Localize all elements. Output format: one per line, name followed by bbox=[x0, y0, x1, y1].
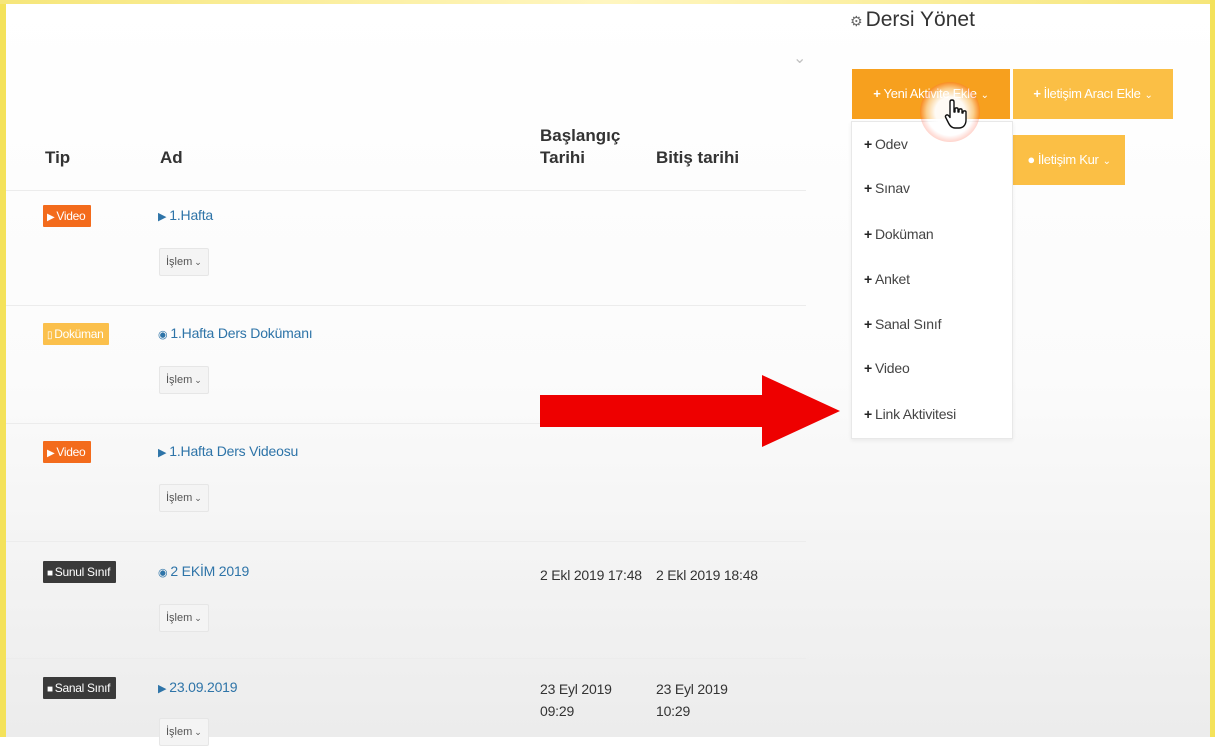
action-dropdown-button[interactable]: İşlem ⌄ bbox=[159, 604, 209, 632]
plus-icon: + bbox=[864, 316, 872, 332]
camera-icon: ■ bbox=[47, 568, 53, 579]
play-icon: ▶ bbox=[158, 683, 167, 695]
end-date: 23 Eyl 2019 10:29 bbox=[656, 678, 728, 722]
plus-icon: + bbox=[864, 271, 872, 287]
users-icon: ● bbox=[1027, 152, 1035, 167]
gears-icon: ⚙ bbox=[850, 13, 863, 29]
eye-icon: ◉ bbox=[158, 567, 168, 579]
chevron-down-icon: ⌄ bbox=[1102, 156, 1111, 167]
activity-link[interactable]: ▶ 1.Hafta bbox=[158, 207, 213, 223]
frame-edge-right bbox=[1210, 0, 1215, 737]
start-date: 2 Ekl 2019 17:48 bbox=[540, 567, 642, 583]
hand-pointer-icon bbox=[944, 99, 967, 129]
type-badge-virtual-class: ■ Sanal Sınıf bbox=[43, 677, 117, 699]
column-header-type: Tip bbox=[45, 148, 71, 167]
start-date: 23 Eyl 2019 09:29 bbox=[540, 678, 612, 722]
play-icon: ▶ bbox=[47, 212, 55, 223]
play-icon: ▶ bbox=[158, 211, 167, 223]
menu-item-link-activity[interactable]: + Link Aktivitesi bbox=[864, 406, 956, 422]
manage-course-title: ⚙ Dersi Yönet bbox=[850, 8, 975, 31]
row-divider bbox=[6, 541, 806, 542]
new-activity-dropdown-menu: + Odev + Sınav + Doküman + Anket + Sanal Sını… bbox=[851, 121, 1013, 439]
end-date-day: 23 Eyl 2019 bbox=[656, 681, 728, 697]
frame-edge-top bbox=[0, 0, 1215, 4]
frame-edge-left bbox=[0, 0, 6, 737]
play-icon: ▶ bbox=[158, 447, 167, 459]
column-header-start-line2: Tarihi bbox=[540, 148, 586, 167]
start-date-day: 23 Eyl 2019 bbox=[540, 681, 612, 697]
file-icon: ▯ bbox=[47, 330, 53, 341]
column-header-name: Ad bbox=[160, 148, 183, 167]
chevron-down-icon: ⌄ bbox=[980, 90, 989, 101]
annotation-arrow-icon bbox=[540, 375, 840, 447]
action-dropdown-button[interactable]: İşlem ⌄ bbox=[159, 248, 209, 276]
activity-link[interactable]: ▶ 1.Hafta Ders Videosu bbox=[158, 443, 298, 459]
column-header-end-date: Bitiş tarihi bbox=[656, 148, 740, 167]
camera-icon: ■ bbox=[47, 684, 53, 695]
plus-icon: + bbox=[864, 360, 872, 376]
chevron-down-icon: ⌄ bbox=[194, 727, 202, 737]
contact-button[interactable]: ● İletişim Kur ⌄ bbox=[1013, 135, 1125, 185]
type-badge-document: ▯ Doküman bbox=[43, 323, 110, 345]
column-header-start-line1: Başlangıç bbox=[540, 126, 621, 145]
add-contact-tool-button[interactable]: + İletişim Aracı Ekle ⌄ bbox=[1013, 69, 1173, 119]
menu-item-survey[interactable]: + Anket bbox=[864, 271, 910, 287]
activity-link[interactable]: ▶ 23.09.2019 bbox=[158, 679, 238, 695]
column-header-start-date: Başlangıç Tarihi bbox=[540, 125, 620, 169]
chevron-down-icon: ⌄ bbox=[194, 375, 202, 385]
menu-item-exam[interactable]: + Sınav bbox=[864, 180, 910, 196]
plus-icon: + bbox=[1033, 86, 1041, 101]
activity-link[interactable]: ◉ 2 EKİM 2019 bbox=[158, 563, 249, 579]
action-dropdown-button[interactable]: İşlem ⌄ bbox=[159, 366, 209, 394]
end-date: 2 Ekl 2019 18:48 bbox=[656, 567, 758, 583]
menu-item-virtual-class[interactable]: + Sanal Sınıf bbox=[864, 316, 941, 332]
start-date-time: 09:29 bbox=[540, 703, 575, 719]
action-dropdown-button[interactable]: İşlem ⌄ bbox=[159, 718, 209, 746]
type-badge-virtual-class: ■ Sunul Sınıf bbox=[43, 561, 117, 583]
chevron-down-icon: ⌄ bbox=[1144, 90, 1153, 101]
chevron-down-icon: ⌄ bbox=[194, 257, 202, 267]
plus-icon: + bbox=[864, 226, 872, 242]
row-divider bbox=[6, 658, 806, 659]
chevron-down-icon: ⌄ bbox=[194, 493, 202, 503]
menu-item-video[interactable]: + Video bbox=[864, 360, 910, 376]
menu-item-document[interactable]: + Doküman bbox=[864, 226, 934, 242]
type-badge-video: ▶ Video bbox=[43, 441, 92, 463]
chevron-down-icon: ⌄ bbox=[194, 613, 202, 623]
chevron-down-icon[interactable]: ⌄ bbox=[793, 51, 807, 67]
activity-link[interactable]: ◉ 1.Hafta Ders Dokümanı bbox=[158, 325, 313, 341]
action-dropdown-button[interactable]: İşlem ⌄ bbox=[159, 484, 209, 512]
plus-icon: + bbox=[864, 406, 872, 422]
row-divider bbox=[6, 305, 806, 306]
menu-item-homework[interactable]: + Odev bbox=[864, 136, 908, 152]
eye-icon: ◉ bbox=[158, 329, 168, 341]
plus-icon: + bbox=[873, 86, 881, 101]
plus-icon: + bbox=[864, 136, 872, 152]
type-badge-video: ▶ Video bbox=[43, 205, 92, 227]
play-icon: ▶ bbox=[47, 448, 55, 459]
end-date-time: 10:29 bbox=[656, 703, 691, 719]
table-header-divider bbox=[6, 190, 806, 191]
plus-icon: + bbox=[864, 180, 872, 196]
